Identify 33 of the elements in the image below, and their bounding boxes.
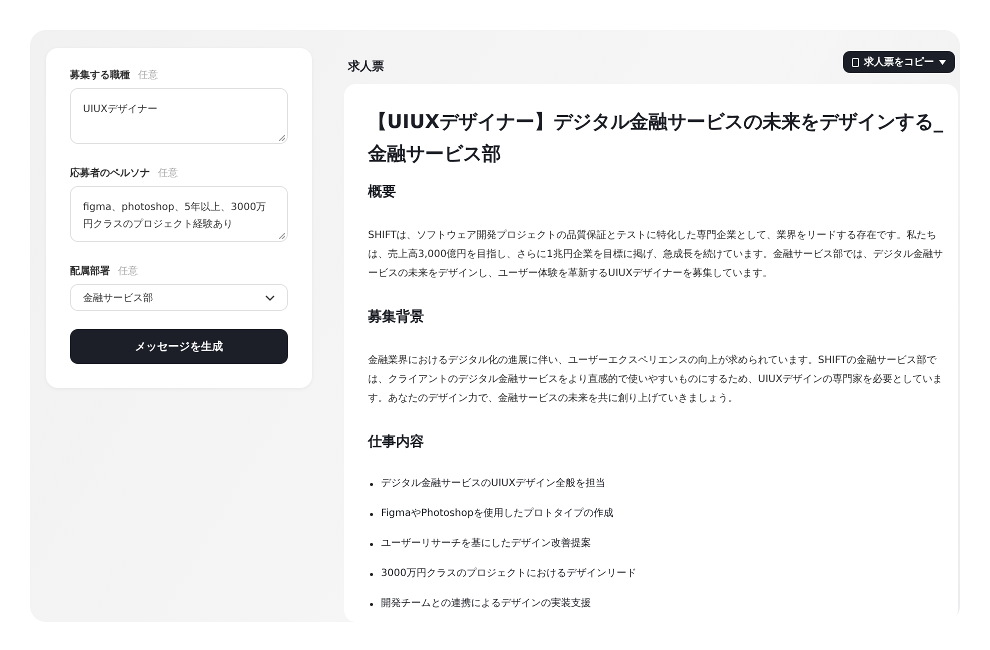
text-area[interactable]: figma、photoshop、5年以上、3000万円クラスのプロジェクト経験あり xyxy=(70,186,288,242)
document-title: 【UIUXデザイナー】デジタル金融サービスの未来をデザインする_金融サービス部 xyxy=(368,110,944,167)
list-item: ユーザーリサーチを基にしたデザイン改善提案 xyxy=(381,536,591,551)
section-heading: 仕事内容 xyxy=(368,432,425,452)
section-header: 求人票 xyxy=(348,58,384,74)
chevron-down-icon xyxy=(265,294,275,300)
list-item: FigmaやPhotoshopを使用したプロトタイプの作成 xyxy=(381,506,614,521)
bullet-icon xyxy=(370,512,373,516)
paragraph: 金融業界におけるデジタル化の進展に伴い、ユーザーエクスペリエンスの向上が求められています。SHIFTの金融サービス部では、クライアントのデジタル金融サービスをより直感的で使いやすいものにするため、UIUXデザインの専門家を必要としています。あなたのデザイン力で、金融サービスの未来を共に創り上げていきましょう。 xyxy=(368,354,944,406)
list-item: デジタル金融サービスのUIUXデザイン全般を担当 xyxy=(381,476,606,491)
section-heading: 概要 xyxy=(368,183,397,202)
bullet-icon xyxy=(370,572,373,576)
optional-tag: 任意 xyxy=(138,68,158,82)
section-heading: 募集背景 xyxy=(368,308,425,327)
field-label: 応募者のペルソナ xyxy=(70,166,150,180)
bullet-icon xyxy=(370,542,373,546)
field-label: 配属部署 xyxy=(70,264,110,278)
optional-tag: 任意 xyxy=(118,264,138,278)
resize-handle-icon[interactable] xyxy=(279,135,285,141)
paragraph: SHIFTは、ソフトウェア開発プロジェクトの品質保証とテストに特化した専門企業として、業界をリードする存在です。私たちは、売上高3,000億円を目指し、さらに1兆円企業を目標に掲げ、急成長を続けています。金融サービス部では、デジタル金融サービスの未来をデザインし、ユーザー体験を革新するUIUXデザイナーを募集しています。 xyxy=(368,228,944,281)
clipboard-icon xyxy=(852,58,859,66)
select-dropdown[interactable]: 金融サービス部 xyxy=(70,284,288,311)
list-item: 3000万円クラスのプロジェクトにおけるデザインリード xyxy=(381,566,636,581)
copy-button[interactable]: 求人票をコピー xyxy=(843,51,955,73)
optional-tag: 任意 xyxy=(158,166,178,180)
caret-icon xyxy=(939,60,946,64)
resize-handle-icon[interactable] xyxy=(279,233,285,239)
bullet-icon xyxy=(370,482,373,486)
generate-button[interactable]: メッセージを生成 xyxy=(70,329,288,364)
bullet-icon xyxy=(370,602,373,606)
list-item: 開発チームとの連携によるデザインの実装支援 xyxy=(381,596,591,611)
text-area[interactable]: UIUXデザイナー xyxy=(70,88,288,144)
field-label: 募集する職種 xyxy=(70,68,130,82)
